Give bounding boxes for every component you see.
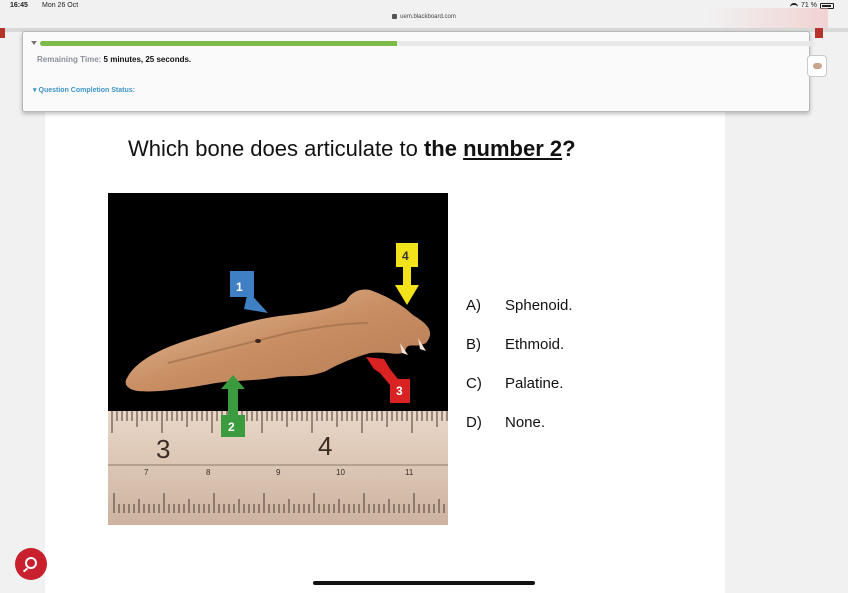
chat-button[interactable] — [15, 548, 47, 580]
completion-label: Question Completion Status: — [38, 87, 135, 94]
status-time: 16:45 — [10, 2, 28, 9]
question-text: Which bone does articulate to the number… — [128, 136, 576, 162]
arrow-1: 1 — [230, 271, 268, 313]
question-suffix: ? — [562, 136, 576, 161]
bone-photo: 3 4 7 8 9 10 11 1 2 3 4 — [108, 193, 448, 525]
answer-option-c[interactable]: C) Palatine. — [466, 374, 573, 393]
svg-text:7: 7 — [144, 468, 149, 477]
chat-bubble-icon — [25, 557, 37, 569]
svg-text:3: 3 — [396, 384, 403, 398]
time-progress-fill — [40, 41, 397, 46]
answer-letter: D) — [466, 414, 482, 431]
svg-text:10: 10 — [336, 468, 345, 477]
svg-text:1: 1 — [236, 280, 243, 294]
status-date: Mon 26 Oct — [42, 2, 79, 9]
url-text: uem.blackboard.com — [400, 14, 456, 21]
side-panel-button[interactable] — [807, 55, 827, 77]
expand-chevron-icon: ▾ — [33, 87, 37, 94]
remaining-time-value: 5 minutes, 25 seconds. — [103, 55, 192, 64]
ruler-num-4: 4 — [318, 431, 332, 461]
answer-letter: C) — [466, 375, 482, 392]
arrow-3: 3 — [366, 357, 410, 403]
svg-text:11: 11 — [405, 468, 414, 477]
arrow-2: 2 — [221, 375, 245, 437]
ruler-num-3: 3 — [156, 434, 170, 464]
answer-list: A) Sphenoid. B) Ethmoid. C) Palatine. D)… — [466, 296, 573, 452]
header-red-right — [815, 28, 823, 38]
question-the: the — [423, 136, 457, 161]
lock-icon — [392, 14, 398, 19]
question-completion-status-toggle[interactable]: ▾ Question Completion Status: — [33, 86, 135, 94]
remaining-time: Remaining Time: 5 minutes, 25 seconds. — [37, 55, 191, 64]
answer-text: Ethmoid. — [505, 336, 565, 353]
svg-text:9: 9 — [276, 468, 281, 477]
question-prefix: Which bone does articulate to — [128, 136, 424, 161]
remaining-time-label: Remaining Time: — [37, 55, 102, 64]
side-button-icon — [813, 63, 822, 69]
answer-text: None. — [505, 414, 546, 431]
bone-photo-svg: 3 4 7 8 9 10 11 1 2 3 4 — [108, 243, 448, 525]
timer-panel: Remaining Time: 5 minutes, 25 seconds. ▾… — [22, 31, 815, 112]
answer-option-a[interactable]: A) Sphenoid. — [466, 296, 573, 315]
svg-text:2: 2 — [228, 420, 235, 434]
home-indicator[interactable] — [313, 581, 535, 585]
answer-letter: B) — [466, 336, 481, 353]
header-glow — [708, 8, 828, 28]
question-number: number 2 — [463, 136, 563, 161]
answer-text: Sphenoid. — [505, 297, 573, 314]
svg-text:8: 8 — [206, 468, 211, 477]
answer-option-b[interactable]: B) Ethmoid. — [466, 335, 573, 354]
time-progress-bar — [40, 41, 815, 46]
collapse-chevron-icon[interactable] — [31, 41, 37, 45]
answer-text: Palatine. — [505, 375, 564, 392]
answer-letter: A) — [466, 297, 481, 314]
svg-text:4: 4 — [402, 249, 409, 263]
arrow-4: 4 — [395, 243, 419, 305]
header-red-left — [0, 28, 5, 38]
answer-option-d[interactable]: D) None. — [466, 413, 573, 432]
